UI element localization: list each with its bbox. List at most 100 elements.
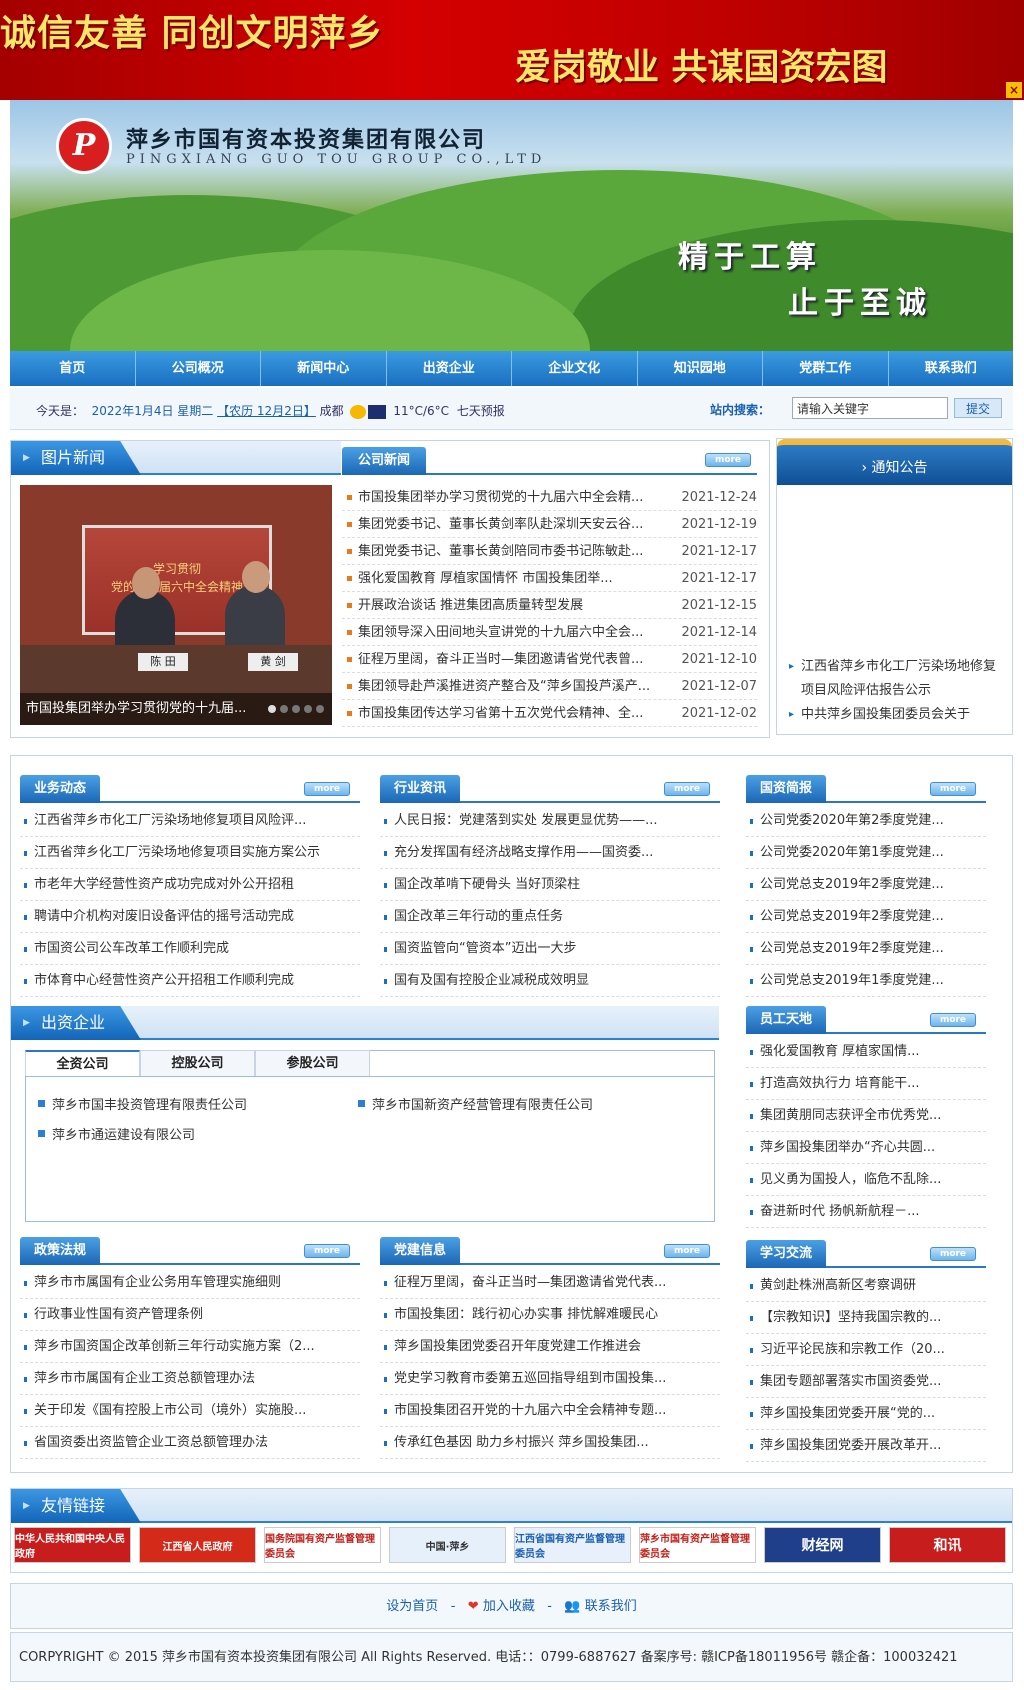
nav-news[interactable]: 新闻中心 xyxy=(261,351,387,386)
list-item[interactable]: 公司党总支2019年2季度党建... xyxy=(746,933,986,965)
add-favorite-link[interactable]: 加入收藏 xyxy=(483,1599,535,1614)
nav-home[interactable]: 首页 xyxy=(10,351,136,386)
list-item[interactable]: 市老年大学经营性资产成功完成对外公开招租 xyxy=(20,869,360,901)
list-item[interactable]: 征程万里阔，奋斗正当时—集团邀请省党代表曾... 2021-12-10 xyxy=(342,646,757,673)
news-title[interactable]: 强化爱国教育 厚植家国情怀 市国投集团举... xyxy=(358,565,673,591)
more-button[interactable]: more xyxy=(930,782,976,796)
list-item[interactable]: 萍乡市国资国企改革创新三年行动实施方案（2... xyxy=(20,1331,360,1363)
company-logo[interactable]: P xyxy=(56,118,112,174)
set-home-link[interactable]: 设为首页 xyxy=(386,1599,438,1614)
list-item[interactable]: 省国资委出资监管企业工资总额管理办法 xyxy=(20,1427,360,1459)
list-item[interactable]: 萍乡市国丰投资管理有限责任公司 xyxy=(36,1094,247,1113)
list-item[interactable]: 市体育中心经营性资产公开招租工作顺利完成 xyxy=(20,965,360,997)
tab-wholly-owned[interactable]: 全资公司 xyxy=(25,1050,140,1076)
nav-culture[interactable]: 企业文化 xyxy=(512,351,638,386)
link-px-sasac[interactable]: 萍乡市国有资产监督管理委员会 xyxy=(639,1527,756,1563)
more-button[interactable]: more xyxy=(930,1013,976,1027)
list-item[interactable]: 市国投集团召开党的十九届六中全会精神专题... xyxy=(380,1395,720,1427)
photo-news-slide[interactable]: 学习贯彻 党的十九届六中全会精神 陈 田 黄 剑 市国投集团举办学习贯彻党的十九届… xyxy=(20,485,332,725)
link-pingxiang[interactable]: 中国·萍乡 xyxy=(389,1527,506,1563)
close-icon[interactable]: × xyxy=(1006,82,1022,98)
list-item[interactable]: 集团领导深入田间地头宣讲党的十九届六中全会... 2021-12-14 xyxy=(342,619,757,646)
link-jiangxi-gov[interactable]: 江西省人民政府 xyxy=(139,1527,256,1563)
link-hexun[interactable]: 和讯 xyxy=(889,1527,1006,1563)
nav-about[interactable]: 公司概况 xyxy=(136,351,261,386)
list-item[interactable]: 市国投集团举办学习贯彻党的十九届六中全会精... 2021-12-24 xyxy=(342,484,757,511)
more-button[interactable]: more xyxy=(664,782,710,796)
list-item[interactable]: 集团黄朋同志获评全市优秀党... xyxy=(746,1100,986,1132)
slide-dot[interactable] xyxy=(280,705,288,713)
list-item[interactable]: 传承红色基因 助力乡村振兴 萍乡国投集团... xyxy=(380,1427,720,1459)
slide-dot[interactable] xyxy=(304,705,312,713)
link-caijing[interactable]: 财经网 xyxy=(764,1527,881,1563)
more-button[interactable]: more xyxy=(304,782,350,796)
list-item[interactable]: 公司党总支2019年2季度党建... xyxy=(746,869,986,901)
list-item[interactable]: 萍乡市国新资产经营管理有限责任公司 xyxy=(356,1094,593,1113)
list-item[interactable]: 市国投集团：践行初心办实事 排忧解难暖民心 xyxy=(380,1299,720,1331)
list-item[interactable]: 奋进新时代 扬帆新航程－... xyxy=(746,1196,986,1228)
list-item[interactable]: 集团专题部署落实市国资委党... xyxy=(746,1366,986,1398)
list-item[interactable]: 关于印发《国有控股上市公司（境外）实施股... xyxy=(20,1395,360,1427)
slide-dot[interactable] xyxy=(292,705,300,713)
slide-dot[interactable] xyxy=(268,705,276,713)
list-item[interactable]: 行政事业性国有资产管理条例 xyxy=(20,1299,360,1331)
list-item[interactable]: 打造高效执行力 培育能干... xyxy=(746,1068,986,1100)
list-item[interactable]: 习近平论民族和宗教工作（20... xyxy=(746,1334,986,1366)
list-item[interactable]: 集团党委书记、董事长黄剑陪同市委书记陈敏赴... 2021-12-17 xyxy=(342,538,757,565)
news-title[interactable]: 集团领导深入田间地头宣讲党的十九届六中全会... xyxy=(358,619,673,645)
list-item[interactable]: 国资监管向“管资本”迈出一大步 xyxy=(380,933,720,965)
nav-party[interactable]: 党群工作 xyxy=(763,351,889,386)
news-title[interactable]: 集团领导赴芦溪推进资产整合及“萍乡国投芦溪产... xyxy=(358,673,673,699)
list-item[interactable]: 【宗教知识】坚持我国宗教的... xyxy=(746,1302,986,1334)
list-item[interactable]: 聘请中介机构对废旧设备评估的摇号活动完成 xyxy=(20,901,360,933)
list-item[interactable]: 集团党委书记、董事长黄剑率队赴深圳天安云谷... 2021-12-19 xyxy=(342,511,757,538)
search-input[interactable] xyxy=(792,397,948,419)
list-item[interactable]: 萍乡市市属国有企业工资总额管理办法 xyxy=(20,1363,360,1395)
search-submit-button[interactable]: 提交 xyxy=(954,398,1002,418)
news-title[interactable]: 市国投集团举办学习贯彻党的十九届六中全会精... xyxy=(358,484,673,510)
list-item[interactable]: 国企改革啃下硬骨头 当好顶梁柱 xyxy=(380,869,720,901)
nav-contact[interactable]: 联系我们 xyxy=(889,351,1014,386)
list-item[interactable]: 市国投集团传达学习省第十五次党代会精神、全... 2021-12-02 xyxy=(342,700,757,727)
list-item[interactable]: 强化爱国教育 厚植家国情... xyxy=(746,1036,986,1068)
list-item[interactable]: 萍乡国投集团举办“齐心共圆... xyxy=(746,1132,986,1164)
slide-dot[interactable] xyxy=(316,705,324,713)
link-jx-sasac[interactable]: 江西省国有资产监督管理委员会 xyxy=(514,1527,631,1563)
list-item[interactable]: 江西省萍乡市化工厂污染场地修复项目风险评... xyxy=(20,805,360,837)
list-item[interactable]: 人民日报：党建落到实处 发展更显优势——... xyxy=(380,805,720,837)
forecast-link[interactable]: 七天预报 xyxy=(457,404,505,418)
list-item[interactable]: 征程万里阔，奋斗正当时—集团邀请省党代表... xyxy=(380,1267,720,1299)
list-item[interactable]: 公司党委2020年第2季度党建... xyxy=(746,805,986,837)
list-item[interactable]: 见义勇为国投人，临危不乱除... xyxy=(746,1164,986,1196)
news-title[interactable]: 集团党委书记、董事长黄剑率队赴深圳天安云谷... xyxy=(358,511,673,537)
list-item[interactable]: 萍乡国投集团党委召开年度党建工作推进会 xyxy=(380,1331,720,1363)
more-button[interactable]: more xyxy=(304,1244,350,1258)
list-item[interactable]: 集团领导赴芦溪推进资产整合及“萍乡国投芦溪产... 2021-12-07 xyxy=(342,673,757,700)
list-item[interactable]: 公司党总支2019年1季度党建... xyxy=(746,965,986,997)
list-item[interactable]: 国有及国有控股企业减税成效明显 xyxy=(380,965,720,997)
link-sasac[interactable]: 国务院国有资产监督管理委员会 xyxy=(264,1527,381,1563)
list-item[interactable]: 江西省萍乡化工厂污染场地修复项目实施方案公示 xyxy=(20,837,360,869)
list-item[interactable]: 公司党总支2019年2季度党建... xyxy=(746,901,986,933)
more-button[interactable]: more xyxy=(705,453,751,467)
list-item[interactable]: 市国资公司公车改革工作顺利完成 xyxy=(20,933,360,965)
nav-invest[interactable]: 出资企业 xyxy=(387,351,512,386)
list-item[interactable]: 萍乡市通运建设有限公司 xyxy=(36,1124,195,1143)
more-button[interactable]: more xyxy=(930,1247,976,1261)
list-item[interactable]: 萍乡国投集团党委开展改革开... xyxy=(746,1430,986,1462)
list-item[interactable]: 萍乡国投集团党委开展“党的... xyxy=(746,1398,986,1430)
list-item[interactable]: 江西省萍乡市化工厂污染场地修复项目风险评估报告公示 xyxy=(789,655,1003,703)
link-gov-cn[interactable]: 中华人民共和国中央人民政府 xyxy=(14,1527,131,1563)
news-title[interactable]: 开展政治谈话 推进集团高质量转型发展 xyxy=(358,592,673,618)
list-item[interactable]: 党史学习教育市委第五巡回指导组到市国投集... xyxy=(380,1363,720,1395)
news-title[interactable]: 市国投集团传达学习省第十五次党代会精神、全... xyxy=(358,700,673,726)
tab-shareholding[interactable]: 参股公司 xyxy=(255,1050,370,1076)
nav-knowledge[interactable]: 知识园地 xyxy=(638,351,763,386)
list-item[interactable]: 充分发挥国有经济战略支撑作用——国资委... xyxy=(380,837,720,869)
list-item[interactable]: 黄剑赴株洲高新区考察调研 xyxy=(746,1270,986,1302)
news-title[interactable]: 集团党委书记、董事长黄剑陪同市委书记陈敏赴... xyxy=(358,538,673,564)
list-item[interactable]: 强化爱国教育 厚植家国情怀 市国投集团举... 2021-12-17 xyxy=(342,565,757,592)
list-item[interactable]: 开展政治谈话 推进集团高质量转型发展 2021-12-15 xyxy=(342,592,757,619)
news-title[interactable]: 征程万里阔，奋斗正当时—集团邀请省党代表曾... xyxy=(358,646,673,672)
list-item[interactable]: 萍乡市市属国有企业公务用车管理实施细则 xyxy=(20,1267,360,1299)
